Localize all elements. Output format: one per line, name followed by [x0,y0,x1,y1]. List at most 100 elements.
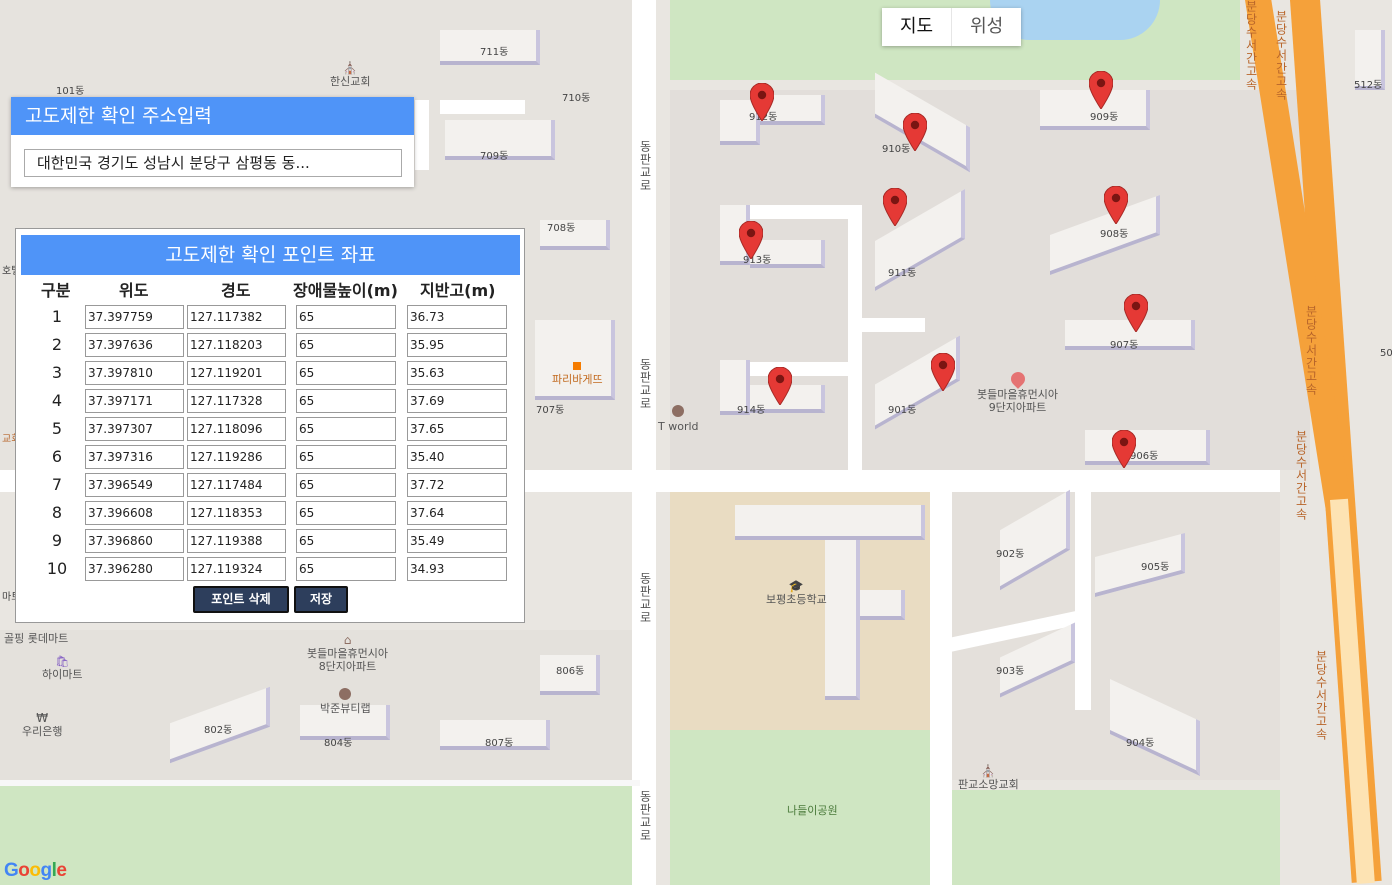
address-input[interactable]: 대한민국 경기도 성남시 분당구 삼평동 동... [24,149,402,177]
apt8-poi[interactable]: ⌂ 봇들마을휴먼시아 8단지아파트 [305,633,390,674]
obstacle-height-input[interactable]: 65 [296,473,396,497]
beauty-poi[interactable]: 박준뷰티랩 [320,688,371,715]
school-poi[interactable]: 🎓 보평초등학교 [766,580,827,607]
latitude-input[interactable]: 37.397810 [85,361,184,385]
ground-elevation-input[interactable]: 35.63 [407,361,507,385]
marker-pin-icon[interactable] [1089,71,1113,109]
tworld-poi[interactable]: T world [658,405,699,433]
label-512: 512동 [1354,80,1383,91]
apt9-poi[interactable]: 봇들마을휴먼시아 9단지아파트 [975,369,1060,414]
map-type-satellite-button[interactable]: 위성 [951,8,1021,46]
obstacle-height-input[interactable]: 65 [296,305,396,329]
obstacle-height-input[interactable]: 65 [296,445,396,469]
marker-pin-icon[interactable] [1112,430,1136,468]
label-901: 901동 [888,405,917,416]
obstacle-height-input[interactable]: 65 [296,333,396,357]
obstacle-height-input[interactable]: 65 [296,529,396,553]
label-902: 902동 [996,549,1025,560]
map-type-map-button[interactable]: 지도 [882,8,951,46]
obstacle-height-input[interactable]: 65 [296,389,396,413]
ground-elevation-input[interactable]: 34.93 [407,557,507,581]
shop-icon [672,405,685,417]
longitude-input[interactable]: 127.118203 [187,333,286,357]
marker-pin-icon[interactable] [931,353,955,391]
road-label-4: 동판교로 [638,790,652,842]
marker-pin-icon[interactable] [750,83,774,121]
save-button[interactable]: 저장 [294,586,348,613]
label-903: 903동 [996,666,1025,677]
longitude-input[interactable]: 127.117382 [187,305,286,329]
col-header-num: 구분 [41,281,71,300]
label-908: 908동 [1100,229,1129,240]
row-number: 3 [51,363,63,382]
longitude-input[interactable]: 127.119388 [187,529,286,553]
row-number: 4 [51,391,63,410]
longitude-input[interactable]: 127.119286 [187,445,286,469]
ground-elevation-input[interactable]: 35.95 [407,333,507,357]
marker-pin-icon[interactable] [768,367,792,405]
coord-row: 7 37.396549 127.117484 65 37.72 [36,473,516,499]
delete-points-button[interactable]: 포인트 삭제 [193,586,289,613]
home-icon: ⌂ [343,633,352,647]
marker-pin-icon[interactable] [739,221,763,259]
ground-elevation-input[interactable]: 37.64 [407,501,507,525]
church-icon: ⛪ [980,764,996,778]
longitude-input[interactable]: 127.119324 [187,557,286,581]
coord-row: 6 37.397316 127.119286 65 35.40 [36,445,516,471]
label-911: 911동 [888,268,917,279]
road-label-1: 동판교로 [638,140,652,192]
bakery-icon [573,362,582,370]
lotte-poi: 골핑 롯데마트 [4,632,69,645]
paris-poi[interactable]: 파리바게뜨 [552,362,603,386]
latitude-input[interactable]: 37.396860 [85,529,184,553]
obstacle-height-input[interactable]: 65 [296,361,396,385]
bank-icon: ₩ [36,711,49,725]
woori-poi[interactable]: ₩ 우리은행 [22,711,62,739]
ground-elevation-input[interactable]: 36.73 [407,305,507,329]
road-label-3: 동판교로 [638,572,652,624]
ground-elevation-input[interactable]: 37.72 [407,473,507,497]
coord-row: 9 37.396860 127.119388 65 35.49 [36,529,516,555]
latitude-input[interactable]: 37.397316 [85,445,184,469]
row-number: 5 [51,419,63,438]
longitude-input[interactable]: 127.118353 [187,501,286,525]
latitude-input[interactable]: 37.396608 [85,501,184,525]
latitude-input[interactable]: 37.397171 [85,389,184,413]
himart-poi[interactable]: 🛍 하이마트 [42,655,82,681]
latitude-input[interactable]: 37.397307 [85,417,184,441]
church-icon: ⛪ [342,61,358,75]
coord-row: 4 37.397171 127.117328 65 37.69 [36,389,516,415]
label-709: 709동 [480,151,509,162]
coord-row: 3 37.397810 127.119201 65 35.63 [36,361,516,387]
longitude-input[interactable]: 127.117484 [187,473,286,497]
marker-pin-icon[interactable] [1104,186,1128,224]
latitude-input[interactable]: 37.396280 [85,557,184,581]
label-907: 907동 [1110,340,1139,351]
marker-pin-icon[interactable] [1124,294,1148,332]
ground-elevation-input[interactable]: 35.40 [407,445,507,469]
longitude-input[interactable]: 127.119201 [187,361,286,385]
row-number: 2 [51,335,63,354]
church2-poi[interactable]: ⛪ 판교소망교회 [958,764,1019,792]
highway-label-2: 분당수서간고속 [1274,10,1288,101]
marker-pin-icon[interactable] [883,188,907,226]
obstacle-height-input[interactable]: 65 [296,557,396,581]
ground-elevation-input[interactable]: 37.65 [407,417,507,441]
obstacle-height-input[interactable]: 65 [296,417,396,441]
marker-pin-icon[interactable] [903,113,927,151]
edge-label-4: 50 [1380,348,1392,359]
latitude-input[interactable]: 37.396549 [85,473,184,497]
latitude-input[interactable]: 37.397759 [85,305,184,329]
longitude-input[interactable]: 127.118096 [187,417,286,441]
obstacle-height-input[interactable]: 65 [296,501,396,525]
ground-elevation-input[interactable]: 35.49 [407,529,507,553]
church-poi[interactable]: ⛪ 한신교회 [330,61,370,89]
latitude-input[interactable]: 37.397636 [85,333,184,357]
ground-elevation-input[interactable]: 37.69 [407,389,507,413]
longitude-input[interactable]: 127.117328 [187,389,286,413]
label-904: 904동 [1126,738,1155,749]
pin-icon [1007,369,1028,389]
address-panel-title: 고도제한 확인 주소입력 [11,97,414,135]
label-909: 909동 [1090,112,1119,123]
row-number: 1 [51,307,63,326]
